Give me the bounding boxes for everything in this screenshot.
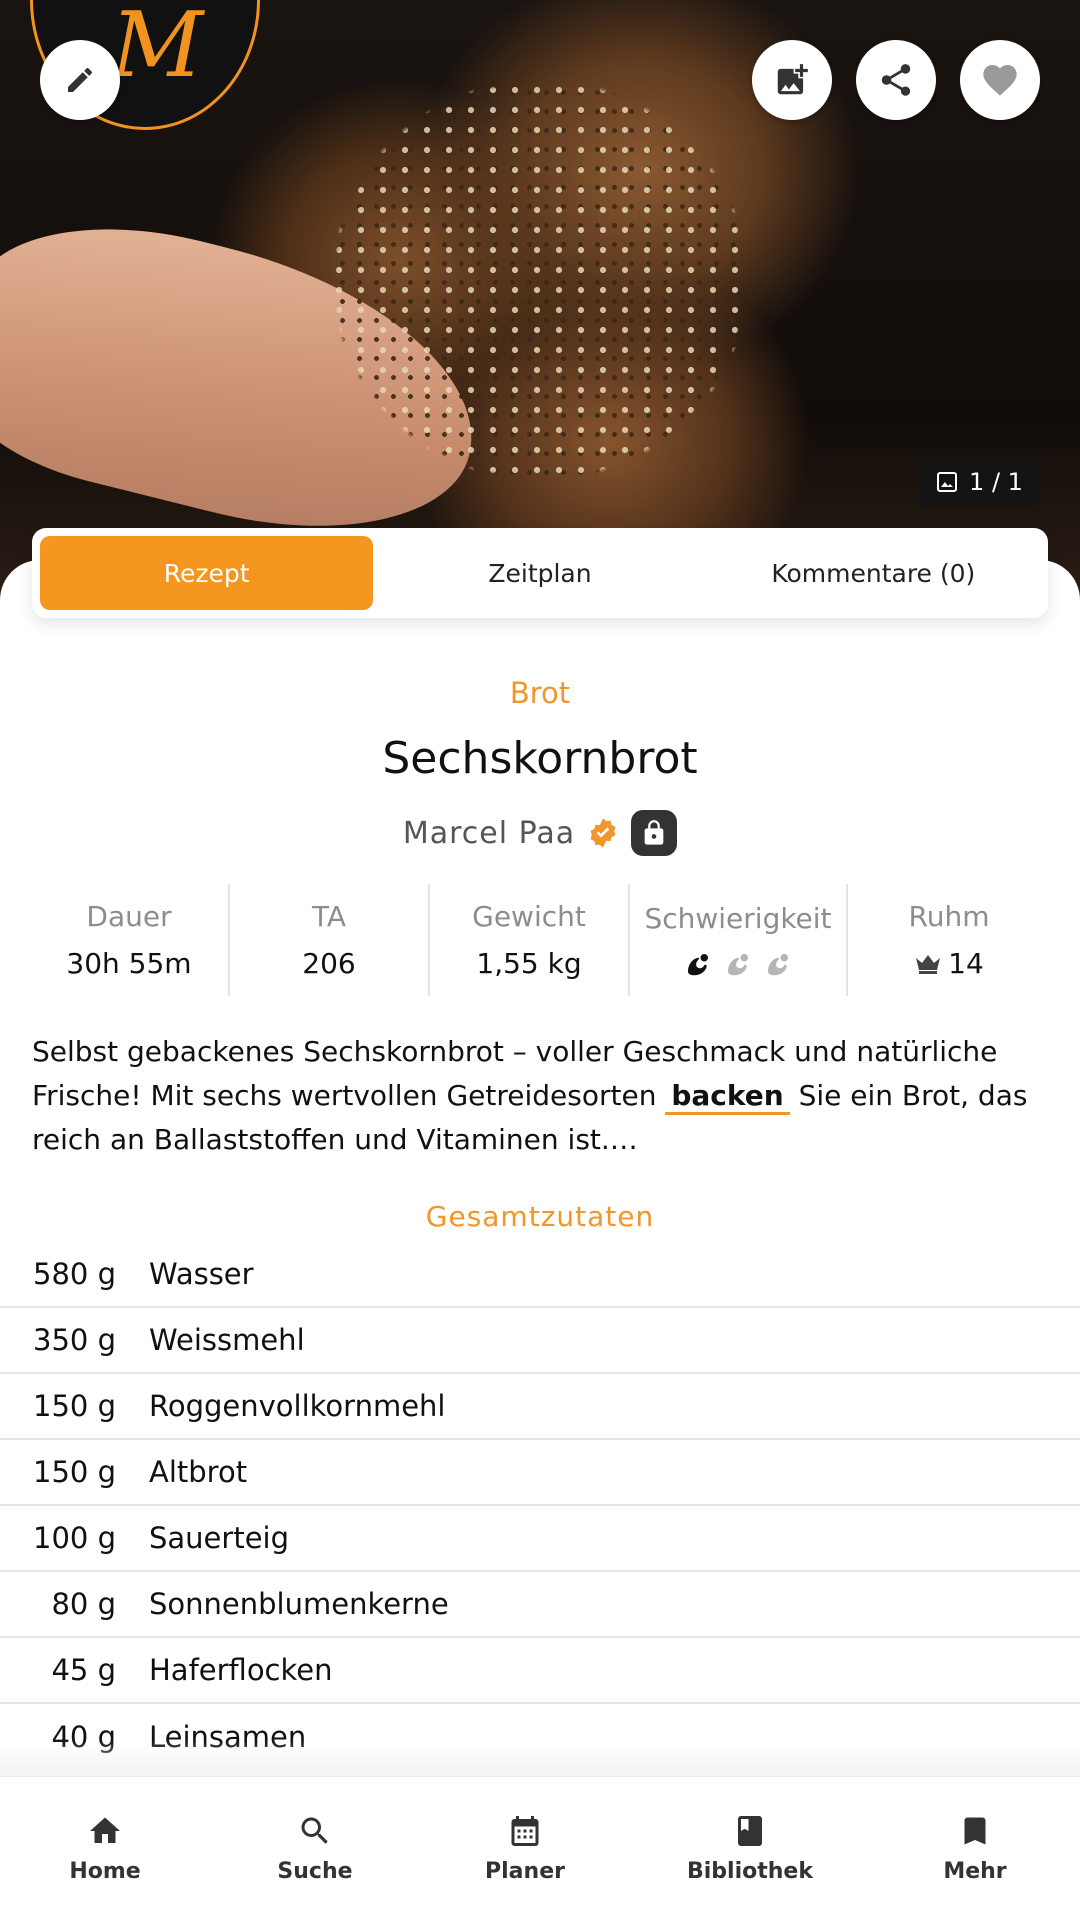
calendar-icon [511,1816,539,1846]
tab-kommentare[interactable]: Kommentare (0) [707,536,1040,610]
ingredient-quantity: 150 g [33,1389,116,1423]
nav-label: Mehr [943,1859,1007,1884]
ingredient-row: 150 g Altbrot [0,1440,1080,1506]
tab-rezept[interactable]: Rezept [40,536,374,610]
ingredient-row: 350 g Weissmehl [0,1308,1080,1374]
image-counter: 1 / 1 [918,458,1040,506]
ingredient-quantity: 350 g [33,1323,116,1357]
ingredient-quantity: 45 g [51,1653,116,1687]
ingredients-title: Gesamtzutaten [425,1200,655,1233]
ingredient-name: Altbrot [149,1455,248,1489]
edit-button[interactable] [40,40,120,120]
stat-fame: Ruhm 14 [848,884,1050,996]
ingredient-row: 150 g Roggenvollkornmehl [0,1374,1080,1440]
logo-letter: M [111,0,204,98]
stat-label: Schwierigkeit [644,901,832,935]
stat-value: 1,55 kg [476,947,582,980]
ingredient-name: Roggenvollkornmehl [149,1389,446,1423]
scroll-fade [0,1740,1080,1780]
stat-label: Gewicht [472,900,586,933]
ingredient-quantity: 100 g [33,1521,116,1555]
ingredient-row: 80 g Sonnenblumenkerne [0,1572,1080,1638]
stat-label: TA [311,900,347,933]
nav-more[interactable]: Mehr [870,1777,1080,1920]
ingredient-name: Haferflocken [149,1653,333,1687]
ingredient-row: 100 g Sauerteig [0,1506,1080,1572]
bottom-navigation: Home Suche Planer Bibliothek Mehr [0,1776,1080,1920]
nav-label: Planer [485,1859,565,1884]
stat-ta: TA 206 [230,884,430,996]
share-button[interactable] [856,40,936,120]
stat-label: Dauer [86,900,172,933]
crown-icon [916,954,941,974]
search-icon [301,1817,328,1844]
favorite-button[interactable] [960,40,1040,120]
recipe-stats: Dauer 30h 55m TA 206 Gewicht 1,55 kg Sch… [30,884,1050,996]
nav-home[interactable]: Home [0,1777,210,1920]
ingredient-name: Sauerteig [149,1521,290,1555]
tab-bar: Rezept Zeitplan Kommentare (0) [32,528,1048,618]
fame-value: 14 [948,947,984,980]
ingredient-quantity: 80 g [51,1587,116,1621]
difficulty-rating [681,949,795,979]
stat-duration: Dauer 30h 55m [30,884,230,996]
recipe-title: Sechskornbrot [382,733,698,784]
verified-badge-icon [590,818,616,848]
ingredient-name: Wasser [149,1257,254,1291]
bookmark-icon [964,1817,986,1845]
nav-label: Suche [277,1859,353,1884]
stat-difficulty: Schwierigkeit [630,884,848,996]
share-icon [881,64,911,96]
fame-value-group: 14 [914,947,984,980]
ingredient-row: 580 g Wasser [0,1242,1080,1308]
author-name[interactable]: Marcel Paa [403,816,575,851]
image-counter-text: 1 / 1 [969,468,1023,496]
ingredient-list: 580 g Wasser 350 g Weissmehl 150 g Roggenvoll… [0,1242,1080,1770]
stat-value: 206 [302,947,356,980]
ingredient-name: Sonnenblumenkerne [149,1587,449,1621]
ingredient-row: 45 g Haferflocken [0,1638,1080,1704]
tab-zeitplan[interactable]: Zeitplan [373,536,706,610]
nav-label: Bibliothek [687,1859,813,1884]
nav-search[interactable]: Suche [210,1777,420,1920]
stat-label: Ruhm [908,900,990,933]
stat-weight: Gewicht 1,55 kg [430,884,630,996]
nav-label: Home [69,1859,141,1884]
author-row: Marcel Paa [0,808,1080,858]
add-photo-button[interactable] [752,40,832,120]
recipe-description: Selbst gebackenes Sechskornbrot – voller… [32,1030,1052,1162]
difficulty-filled-icon [688,953,708,975]
nav-planner[interactable]: Planer [420,1777,630,1920]
lock-icon [644,820,664,845]
book-icon [738,1816,762,1846]
difficulty-empty-icon [728,953,748,975]
ingredient-quantity: 580 g [33,1257,116,1291]
description-link[interactable]: backen [665,1079,790,1115]
ingredient-name: Weissmehl [149,1323,305,1357]
ingredient-quantity: 150 g [33,1455,116,1489]
stat-value: 30h 55m [66,947,192,980]
image-icon [937,472,958,492]
recipe-category[interactable]: Brot [0,676,1080,710]
nav-library[interactable]: Bibliothek [630,1777,870,1920]
add-photo-icon [777,64,808,95]
difficulty-empty-icon [768,953,788,975]
bread-image [240,0,840,560]
home-icon [90,1817,120,1843]
locked-badge [631,810,678,856]
pencil-icon [68,67,93,92]
heart-icon [983,65,1017,96]
